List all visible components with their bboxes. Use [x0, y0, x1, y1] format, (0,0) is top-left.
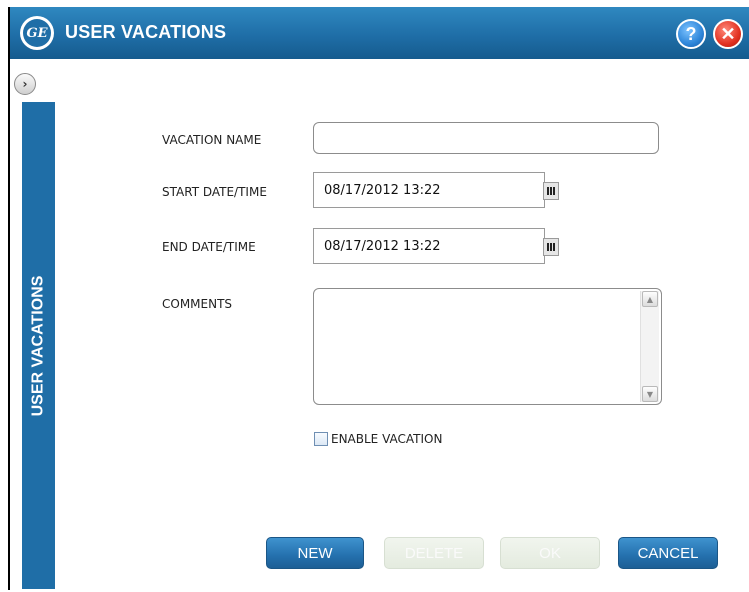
close-icon: ✕: [720, 23, 736, 44]
start-datetime-value: 08/17/2012 13:22: [324, 182, 441, 198]
ge-logo-text: GE: [23, 19, 51, 47]
end-date-picker-button[interactable]: [543, 238, 559, 256]
start-date-picker-button[interactable]: [543, 182, 559, 200]
title-bar: GE USER VACATIONS ? ✕: [10, 7, 749, 59]
enable-vacation-checkbox[interactable]: [314, 432, 328, 446]
calendar-icon: [547, 243, 555, 251]
comments-textarea[interactable]: ▲ ▼: [313, 288, 662, 405]
chevron-right-icon: ›: [22, 77, 28, 91]
ge-logo: GE: [20, 16, 54, 50]
new-button[interactable]: NEW: [266, 537, 364, 569]
start-datetime-input[interactable]: 08/17/2012 13:22: [313, 172, 545, 208]
scroll-down-icon[interactable]: ▼: [642, 386, 658, 402]
user-vacations-window: GE USER VACATIONS ? ✕ › USER VACATIONS V…: [8, 7, 749, 590]
ok-button[interactable]: OK: [500, 537, 600, 569]
start-datetime-label: START DATE/TIME: [162, 185, 267, 199]
comments-label: COMMENTS: [162, 297, 233, 311]
cancel-button[interactable]: CANCEL: [618, 537, 718, 569]
end-datetime-input[interactable]: 08/17/2012 13:22: [313, 228, 545, 264]
vacation-name-label: VACATION NAME: [162, 133, 262, 147]
end-datetime-value: 08/17/2012 13:22: [324, 238, 441, 254]
scroll-up-icon[interactable]: ▲: [642, 291, 658, 307]
end-datetime-label: END DATE/TIME: [162, 240, 256, 254]
expand-panel-button[interactable]: ›: [14, 73, 36, 95]
vacation-name-input[interactable]: [313, 122, 659, 154]
side-panel-label: USER VACATIONS: [29, 275, 47, 416]
help-button[interactable]: ?: [676, 19, 706, 49]
delete-button[interactable]: DELETE: [384, 537, 484, 569]
enable-vacation-label: ENABLE VACATION: [331, 432, 443, 446]
comments-scrollbar[interactable]: ▲ ▼: [640, 291, 659, 402]
close-button[interactable]: ✕: [713, 19, 743, 49]
calendar-icon: [547, 187, 555, 195]
help-icon: ?: [685, 23, 697, 44]
side-panel: USER VACATIONS: [22, 102, 55, 589]
window-title: USER VACATIONS: [65, 22, 227, 42]
